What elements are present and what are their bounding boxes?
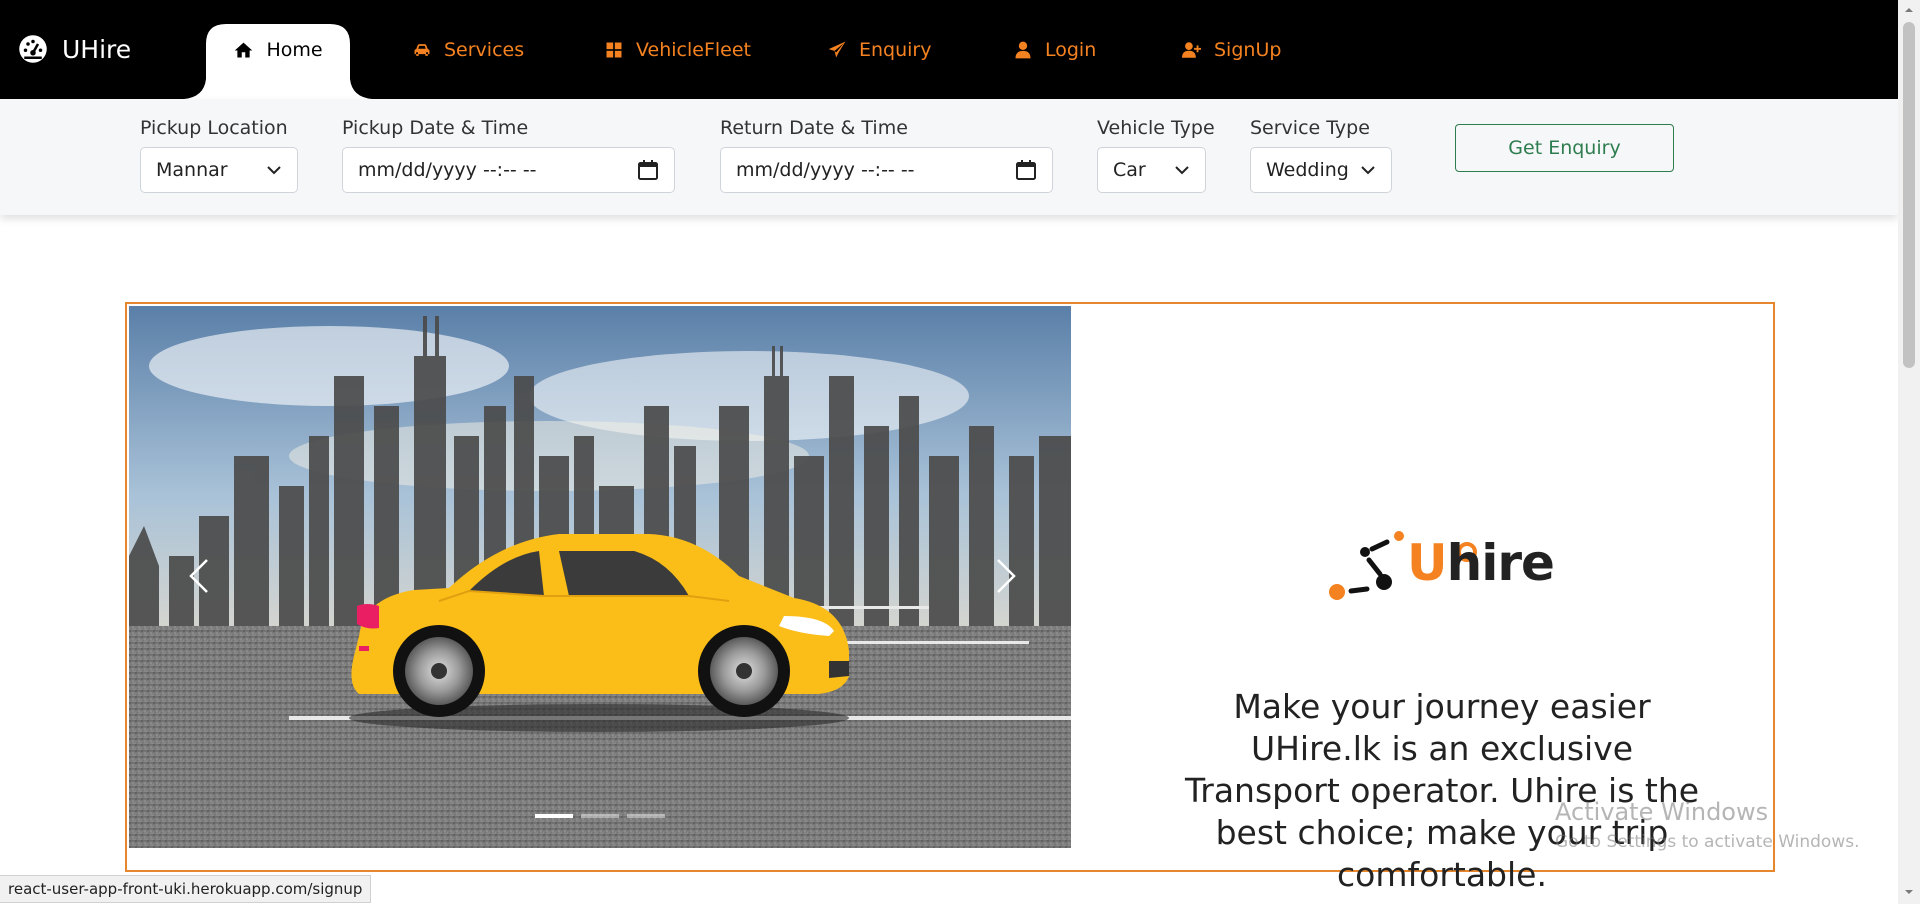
nav-signup-label: SignUp bbox=[1214, 38, 1282, 61]
carousel-next-button[interactable] bbox=[986, 551, 1026, 601]
logo-rest: hire bbox=[1446, 534, 1555, 592]
nav-vehiclefleet[interactable]: VehicleFleet bbox=[604, 24, 751, 76]
return-datetime-placeholder: mm/dd/yyyy --:-- -- bbox=[736, 159, 915, 181]
carousel-indicator-2[interactable] bbox=[581, 814, 619, 818]
nav-login[interactable]: Login bbox=[1013, 24, 1096, 76]
logo-u: U bbox=[1407, 534, 1448, 592]
vehicle-type-group: Vehicle Type Car bbox=[1097, 117, 1215, 193]
paper-plane-icon bbox=[828, 41, 846, 58]
chevron-down-icon bbox=[1361, 166, 1375, 175]
pickup-datetime-group: Pickup Date & Time mm/dd/yyyy --:-- -- bbox=[342, 117, 675, 193]
page: UHire Home Services VehicleFleet Enquiry… bbox=[0, 0, 1920, 904]
browser-status-url: react-user-app-front-uki.herokuapp.com/s… bbox=[0, 875, 372, 903]
nav-enquiry[interactable]: Enquiry bbox=[827, 24, 931, 76]
user-plus-icon bbox=[1182, 42, 1201, 58]
dashboard-gauge-icon bbox=[19, 35, 47, 63]
grid-icon bbox=[606, 42, 622, 58]
service-type-label: Service Type bbox=[1250, 117, 1370, 139]
pickup-location-label: Pickup Location bbox=[140, 117, 288, 139]
carousel-prev-button[interactable] bbox=[179, 551, 219, 601]
user-icon bbox=[1015, 41, 1031, 59]
image-carousel[interactable] bbox=[129, 306, 1071, 848]
hero-section: Uhire Make your journey easier UHire.lk … bbox=[125, 302, 1775, 894]
nav-services-label: Services bbox=[444, 38, 525, 61]
windows-activation-watermark-title: Activate Windows bbox=[1555, 798, 1769, 826]
return-datetime-input[interactable]: mm/dd/yyyy --:-- -- bbox=[720, 147, 1053, 193]
chevron-right-icon bbox=[997, 559, 1016, 593]
pickup-location-value: Mannar bbox=[156, 159, 228, 181]
navbar: UHire Home Services VehicleFleet Enquiry… bbox=[0, 0, 1898, 99]
carousel-indicator-3[interactable] bbox=[627, 814, 665, 818]
get-enquiry-button[interactable]: Get Enquiry bbox=[1455, 124, 1674, 172]
nav-services[interactable]: Services bbox=[412, 24, 524, 76]
pickup-datetime-label: Pickup Date & Time bbox=[342, 117, 529, 139]
car-icon bbox=[414, 44, 430, 56]
calendar-icon[interactable] bbox=[1015, 159, 1037, 181]
nav-enquiry-label: Enquiry bbox=[859, 38, 932, 61]
service-type-select[interactable]: Wedding bbox=[1250, 147, 1392, 193]
uhire-logo-text: Uhire bbox=[1407, 534, 1555, 592]
service-type-group: Service Type Wedding bbox=[1250, 117, 1392, 193]
vehicle-type-select[interactable]: Car bbox=[1097, 147, 1206, 193]
uhire-logo: Uhire bbox=[1327, 522, 1555, 612]
pickup-location-group: Pickup Location Mannar bbox=[140, 117, 298, 193]
scroll-down-arrow-icon[interactable] bbox=[1903, 886, 1915, 898]
vertical-scrollbar[interactable] bbox=[1898, 0, 1920, 904]
chevron-down-icon bbox=[1175, 166, 1189, 175]
vehicle-type-value: Car bbox=[1113, 159, 1146, 181]
scrollbar-thumb[interactable] bbox=[1903, 22, 1915, 368]
return-datetime-group: Return Date & Time mm/dd/yyyy --:-- -- bbox=[720, 117, 1053, 193]
carousel-indicator-1[interactable] bbox=[535, 814, 573, 818]
vehicle-type-label: Vehicle Type bbox=[1097, 117, 1215, 139]
nav-signup[interactable]: SignUp bbox=[1182, 24, 1281, 76]
home-icon bbox=[235, 42, 253, 57]
search-filter-bar: Pickup Location Mannar Pickup Date & Tim… bbox=[0, 99, 1898, 215]
brand[interactable]: UHire bbox=[18, 34, 131, 64]
pickup-datetime-input[interactable]: mm/dd/yyyy --:-- -- bbox=[342, 147, 675, 193]
return-datetime-label: Return Date & Time bbox=[720, 117, 908, 139]
nav-home-label: Home bbox=[266, 38, 323, 61]
chevron-down-icon bbox=[267, 166, 281, 175]
calendar-icon[interactable] bbox=[637, 159, 659, 181]
nav-login-label: Login bbox=[1045, 38, 1097, 61]
chevron-left-icon bbox=[189, 559, 208, 593]
nav-vehiclefleet-label: VehicleFleet bbox=[636, 38, 751, 61]
pickup-datetime-placeholder: mm/dd/yyyy --:-- -- bbox=[358, 159, 537, 181]
service-type-value: Wedding bbox=[1266, 159, 1349, 181]
brand-name: UHire bbox=[62, 34, 132, 64]
hero-tagline: Make your journey easier UHire.lk is an … bbox=[1184, 687, 1700, 894]
carousel-slide-car-city bbox=[129, 306, 1071, 848]
scroll-up-arrow-icon[interactable] bbox=[1903, 4, 1915, 16]
carousel-indicators bbox=[535, 814, 665, 818]
nav-home[interactable]: Home bbox=[184, 24, 372, 99]
pickup-location-select[interactable]: Mannar bbox=[140, 147, 298, 193]
windows-activation-watermark-subtitle: Go to Settings to activate Windows. bbox=[1555, 832, 1860, 852]
